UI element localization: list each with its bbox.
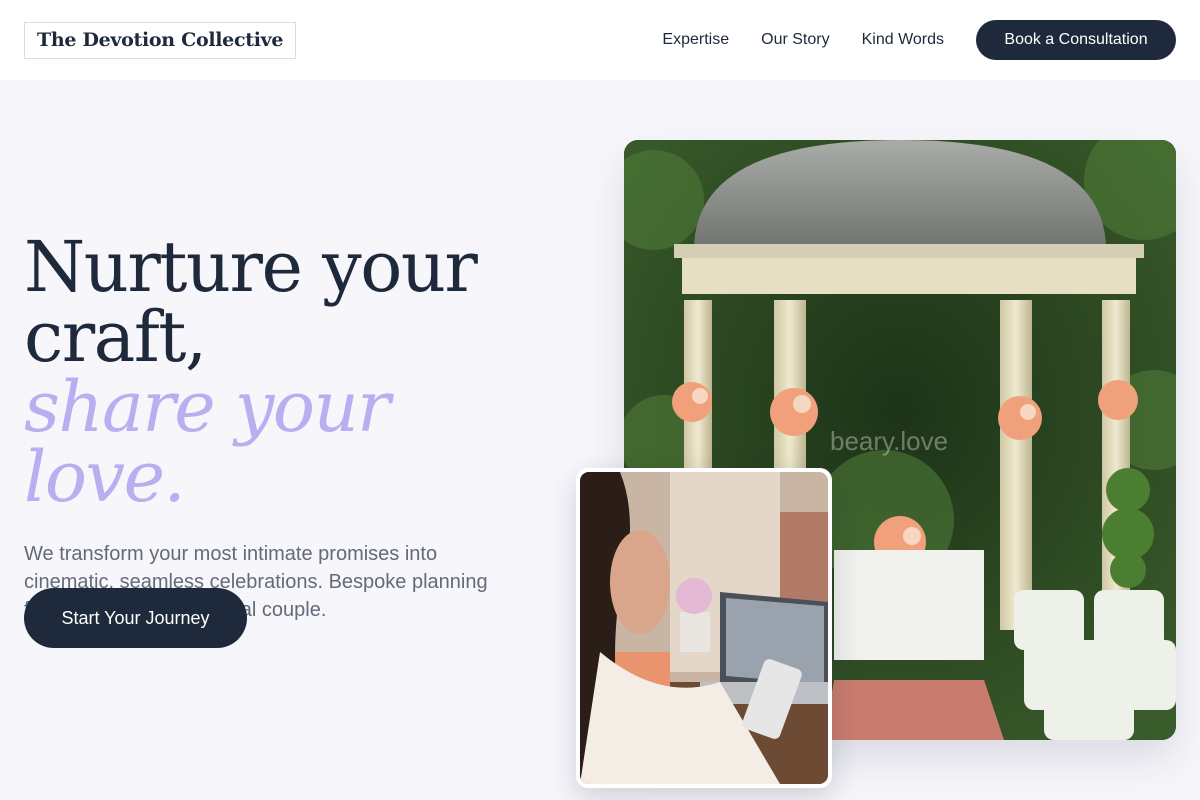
hero-section: Nurture your craft, share your love. We … (24, 232, 564, 624)
nav-link-kind-words[interactable]: Kind Words (862, 31, 944, 49)
hero-headline: Nurture your craft, share your love. (24, 232, 564, 512)
planner-laptop-illustration (580, 472, 828, 784)
main-nav: Expertise Our Story Kind Words Book a Co… (662, 20, 1176, 60)
planner-laptop-image (576, 468, 832, 788)
brand-logo[interactable]: The Devotion Collective (24, 21, 297, 59)
nav-link-expertise[interactable]: Expertise (662, 31, 729, 49)
book-consultation-button[interactable]: Book a Consultation (976, 20, 1176, 60)
planner-laptop-frame (580, 472, 828, 784)
nav-link-our-story[interactable]: Our Story (761, 31, 829, 49)
photo-watermark: beary.love (830, 426, 949, 456)
start-journey-button[interactable]: Start Your Journey (24, 588, 247, 648)
site-header: The Devotion Collective Expertise Our St… (0, 0, 1200, 80)
headline-accent: share your love. (24, 366, 391, 518)
